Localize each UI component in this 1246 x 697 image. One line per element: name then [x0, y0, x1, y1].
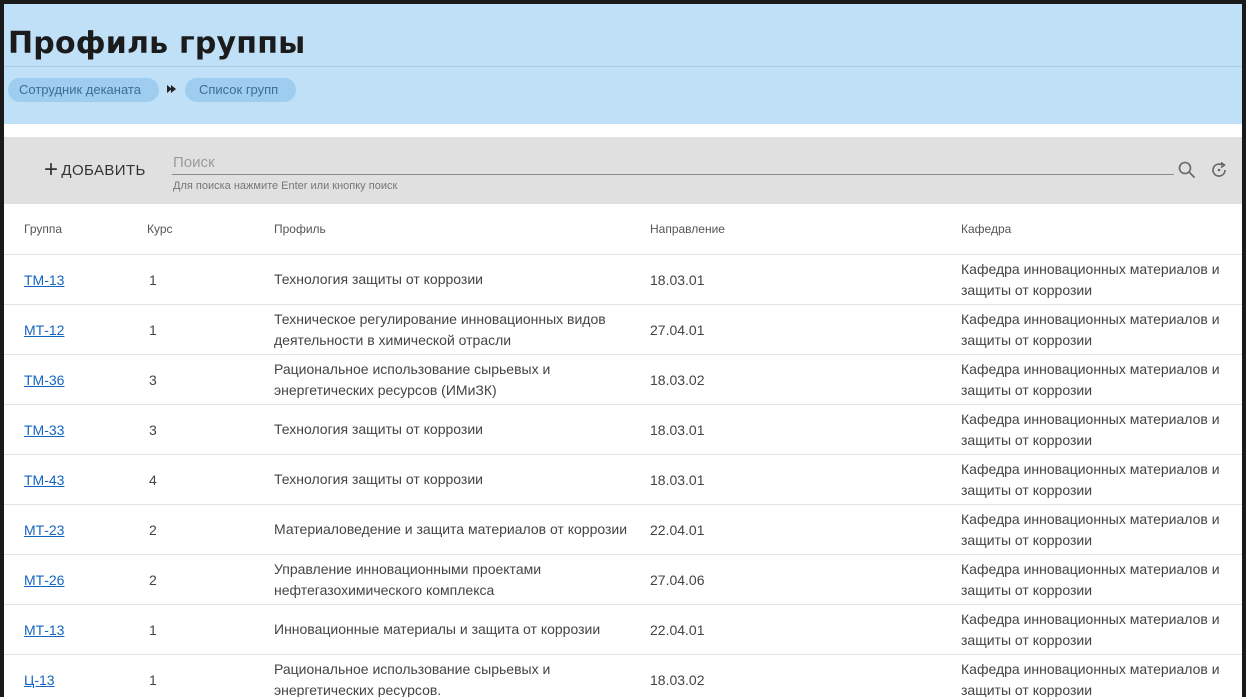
chevron-right-icon [159, 78, 185, 102]
breadcrumb-item-group-list[interactable]: Список групп [184, 78, 297, 102]
profile-cell: Управление инновационными проектами нефт… [274, 560, 542, 598]
direction-cell: 18.03.01 [650, 471, 705, 488]
table-row: Ц-13 1 Рациональное использование сырьев… [4, 655, 1242, 697]
course-cell: 3 [149, 421, 157, 438]
course-cell: 1 [149, 671, 157, 688]
group-link[interactable]: Ц-13 [24, 672, 55, 688]
group-link[interactable]: ТМ-36 [24, 372, 64, 388]
direction-cell: 22.04.01 [650, 521, 705, 538]
department-cell: Кафедра инновационных материалов и защит… [961, 410, 1220, 448]
table-row: МТ-23 2 Материаловедение и защита матери… [4, 505, 1242, 555]
course-cell: 2 [149, 571, 157, 588]
column-header-course[interactable]: Курс [123, 222, 274, 236]
table-row: МТ-13 1 Инновационные материалы и защита… [4, 605, 1242, 655]
department-cell: Кафедра инновационных материалов и защит… [961, 260, 1220, 298]
group-link[interactable]: МТ-12 [24, 322, 64, 338]
add-button[interactable]: + ДОБАВИТЬ [44, 156, 146, 183]
profile-cell: Технология защиты от коррозии [274, 271, 483, 287]
breadcrumb: Сотрудник деканата Список групп [8, 78, 297, 102]
profile-cell: Техническое регулирование инновационных … [274, 310, 606, 348]
profile-cell: Материаловедение и защита материалов от … [274, 521, 628, 537]
group-link[interactable]: ТМ-43 [24, 472, 64, 488]
table-row: ТМ-43 4 Технология защиты от коррозии 18… [4, 455, 1242, 505]
profile-cell: Технология защиты от коррозии [274, 471, 483, 487]
course-cell: 1 [149, 621, 157, 638]
app-frame: Профиль группы Сотрудник деканата Список… [4, 4, 1242, 697]
search-icon[interactable] [1174, 157, 1200, 183]
page-header: Профиль группы Сотрудник деканата Список… [4, 4, 1242, 124]
direction-cell: 27.04.06 [650, 571, 705, 588]
groups-table: Группа Курс Профиль Направление Кафедра … [4, 204, 1242, 697]
table-row: МТ-12 1 Техническое регулирование иннова… [4, 305, 1242, 355]
profile-cell: Рациональное использование сырьевых и эн… [274, 360, 551, 398]
refresh-icon[interactable] [1206, 157, 1232, 183]
course-cell: 3 [149, 371, 157, 388]
department-cell: Кафедра инновационных материалов и защит… [961, 610, 1220, 648]
direction-cell: 22.04.01 [650, 621, 705, 638]
breadcrumb-item-dean-staff[interactable]: Сотрудник деканата [8, 78, 159, 102]
add-button-label: ДОБАВИТЬ [61, 161, 146, 179]
table-header: Группа Курс Профиль Направление Кафедра [4, 204, 1242, 255]
title-divider [4, 66, 1242, 67]
direction-cell: 18.03.01 [650, 421, 705, 438]
group-link[interactable]: МТ-13 [24, 622, 64, 638]
column-header-profile[interactable]: Профиль [274, 219, 650, 240]
page-title: Профиль группы [8, 26, 306, 61]
course-cell: 1 [149, 321, 157, 338]
department-cell: Кафедра инновационных материалов и защит… [961, 360, 1220, 398]
search-field: Для поиска нажмите Enter или кнопку поис… [172, 151, 1174, 192]
column-header-direction[interactable]: Направление [650, 222, 961, 236]
table-row: ТМ-33 3 Технология защиты от коррозии 18… [4, 405, 1242, 455]
course-cell: 2 [149, 521, 157, 538]
group-link[interactable]: ТМ-13 [24, 272, 64, 288]
department-cell: Кафедра инновационных материалов и защит… [961, 310, 1220, 348]
search-hint: Для поиска нажмите Enter или кнопку поис… [173, 180, 398, 192]
column-header-department[interactable]: Кафедра [961, 219, 1242, 240]
table-row: МТ-26 2 Управление инновационными проект… [4, 555, 1242, 605]
profile-cell: Инновационные материалы и защита от корр… [274, 621, 601, 637]
course-cell: 4 [149, 471, 157, 488]
search-input[interactable] [172, 151, 1174, 175]
column-header-group[interactable]: Группа [4, 222, 123, 236]
group-link[interactable]: МТ-23 [24, 522, 64, 538]
profile-cell: Технология защиты от коррозии [274, 421, 483, 437]
profile-cell: Рациональное использование сырьевых и эн… [274, 660, 551, 697]
department-cell: Кафедра инновационных материалов и защит… [961, 660, 1220, 697]
department-cell: Кафедра инновационных материалов и защит… [961, 560, 1220, 598]
course-cell: 1 [149, 271, 157, 288]
direction-cell: 18.03.02 [650, 371, 705, 388]
direction-cell: 18.03.01 [650, 271, 705, 288]
table-row: ТМ-13 1 Технология защиты от коррозии 18… [4, 255, 1242, 305]
group-link[interactable]: МТ-26 [24, 572, 64, 588]
direction-cell: 18.03.02 [650, 671, 705, 688]
direction-cell: 27.04.01 [650, 321, 705, 338]
plus-icon: + [44, 156, 59, 183]
department-cell: Кафедра инновационных материалов и защит… [961, 510, 1220, 548]
toolbar: + ДОБАВИТЬ Для поиска нажмите Enter или … [4, 137, 1242, 204]
table-row: ТМ-36 3 Рациональное использование сырье… [4, 355, 1242, 405]
group-link[interactable]: ТМ-33 [24, 422, 64, 438]
department-cell: Кафедра инновационных материалов и защит… [961, 460, 1220, 498]
